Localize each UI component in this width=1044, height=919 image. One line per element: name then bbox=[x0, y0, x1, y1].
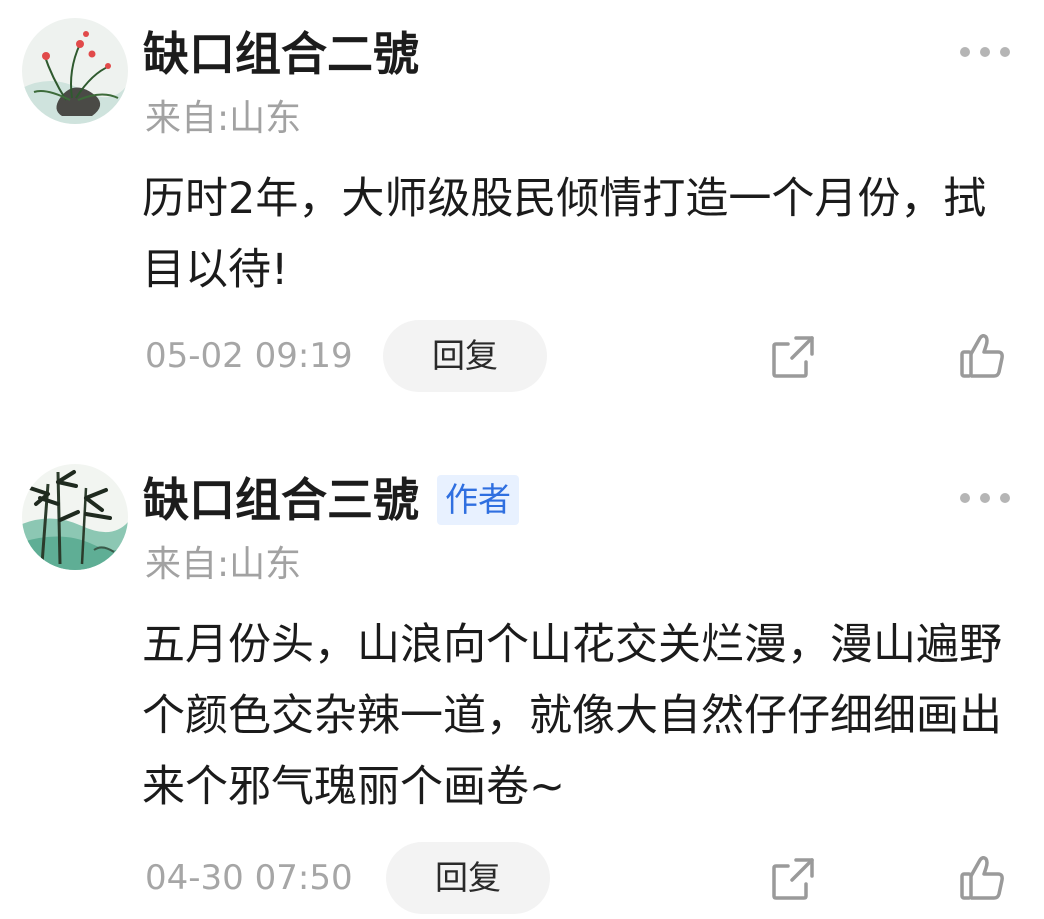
username[interactable]: 缺口组合三號 bbox=[143, 470, 419, 530]
thumbs-up-icon[interactable] bbox=[958, 332, 1006, 380]
orchid-painting-avatar-icon bbox=[22, 18, 128, 124]
avatar[interactable] bbox=[22, 464, 128, 570]
reply-button[interactable]: 回复 bbox=[383, 320, 547, 392]
location-label: 来自:山东 bbox=[145, 544, 302, 585]
more-options-icon[interactable] bbox=[960, 45, 1010, 59]
comment-actions: 04-30 07:50 回复 bbox=[0, 842, 1044, 914]
location-label: 来自:山东 bbox=[145, 98, 302, 139]
comment-text: 历时2年，大师级股民倾情打造一个月份，拭目以待! bbox=[142, 174, 987, 295]
avatar[interactable] bbox=[22, 18, 128, 124]
timestamp: 05-02 09:19 bbox=[145, 336, 353, 376]
bamboo-landscape-avatar-icon bbox=[22, 464, 128, 570]
comment-text: 五月份头，山浪向个山花交关烂漫，漫山遍野个颜色交杂辣一道，就像大自然仔仔细细画出… bbox=[142, 620, 1002, 812]
timestamp: 04-30 07:50 bbox=[145, 858, 353, 898]
comment-actions: 05-02 09:19 回复 bbox=[0, 320, 1044, 392]
more-options-icon[interactable] bbox=[960, 491, 1010, 505]
reply-button[interactable]: 回复 bbox=[386, 842, 550, 914]
author-badge: 作者 bbox=[437, 475, 519, 525]
share-icon[interactable] bbox=[770, 856, 816, 902]
name-row: 缺口组合三號 作者 bbox=[143, 470, 519, 530]
share-icon[interactable] bbox=[770, 334, 816, 380]
name-row: 缺口组合二號 bbox=[143, 24, 419, 84]
username[interactable]: 缺口组合二號 bbox=[143, 24, 419, 84]
thumbs-up-icon[interactable] bbox=[958, 854, 1006, 902]
